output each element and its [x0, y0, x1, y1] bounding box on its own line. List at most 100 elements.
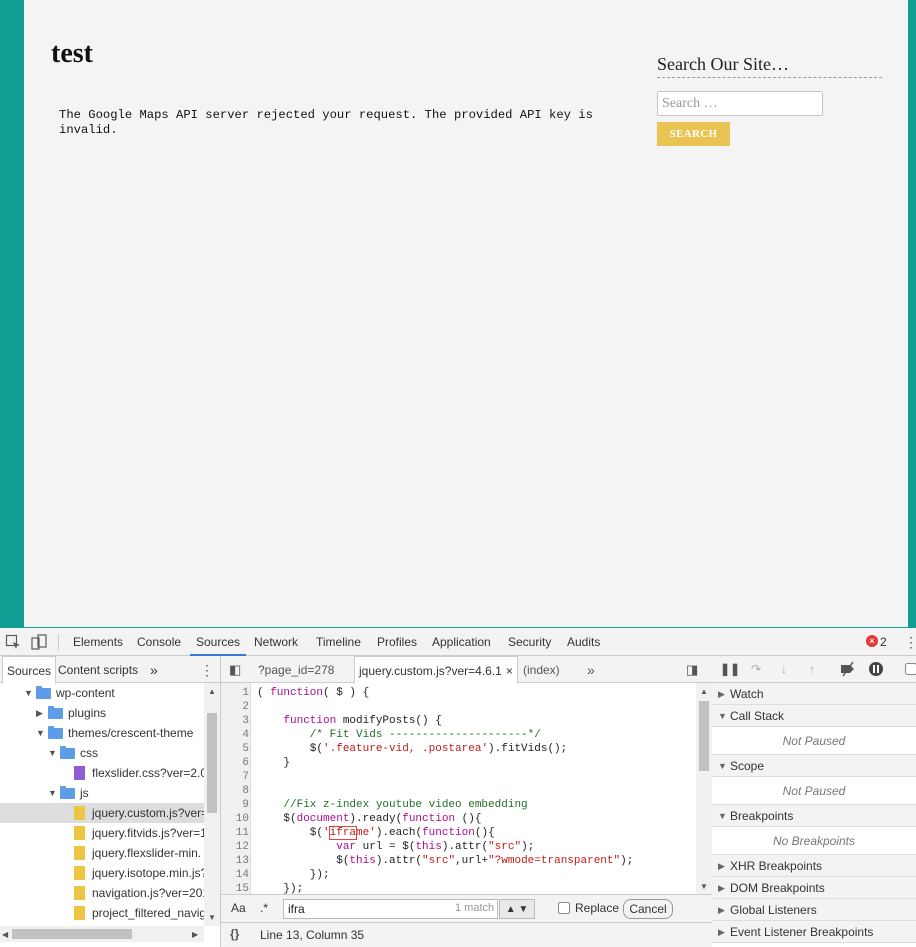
pane-global-listeners[interactable]: ▶ Global Listeners — [712, 899, 916, 921]
expand-triangle-icon[interactable]: ▼ — [718, 705, 727, 727]
replace-checkbox[interactable] — [558, 902, 570, 914]
pane-breakpoints[interactable]: ▼ Breakpoints — [712, 805, 916, 827]
collapse-triangle-icon[interactable]: ▶ — [718, 899, 725, 921]
expand-triangle-icon[interactable]: ▼ — [48, 743, 58, 763]
site-search-input[interactable] — [657, 91, 823, 116]
scrollbar-thumb[interactable] — [207, 713, 217, 813]
line-number[interactable]: 11 — [221, 827, 249, 839]
nav-tab-sources[interactable]: Sources — [2, 656, 57, 684]
tree-folder-js[interactable]: ▼ js — [0, 783, 204, 803]
line-number[interactable]: 10 — [221, 813, 249, 825]
find-prev-next-buttons[interactable]: ▲ ▼ — [499, 899, 535, 919]
pane-call-stack[interactable]: ▼ Call Stack — [712, 705, 916, 727]
error-icon[interactable]: × — [866, 635, 878, 647]
pane-dom-breakpoints[interactable]: ▶ DOM Breakpoints — [712, 877, 916, 899]
line-number[interactable]: 13 — [221, 855, 249, 867]
code-vertical-scrollbar[interactable]: ▲ ▼ — [696, 683, 712, 894]
line-number[interactable]: 9 — [221, 799, 249, 811]
close-tab-icon[interactable]: × — [506, 657, 513, 685]
scrollbar-thumb[interactable] — [699, 701, 709, 771]
tree-vertical-scrollbar[interactable]: ▲ ▼ — [204, 683, 220, 926]
step-into-icon[interactable]: ↓ — [776, 661, 792, 677]
tree-file-flexslider-min[interactable]: jquery.flexslider-min. — [0, 843, 204, 863]
step-out-icon[interactable]: ↑ — [804, 661, 820, 677]
scrollbar-thumb[interactable] — [12, 929, 132, 939]
tree-file-isotope[interactable]: jquery.isotope.min.js? — [0, 863, 204, 883]
tab-audits[interactable]: Audits — [567, 628, 600, 656]
tree-file-jquery-custom[interactable]: jquery.custom.js?ver= — [0, 803, 204, 823]
pane-watch[interactable]: ▶ Watch — [712, 683, 916, 705]
scroll-up-icon[interactable]: ▲ — [208, 687, 216, 696]
tab-sources[interactable]: Sources — [190, 628, 247, 656]
expand-triangle-icon[interactable]: ▼ — [718, 805, 727, 827]
navigator-menu-icon[interactable]: ⋮ — [200, 656, 214, 683]
pause-on-exceptions-icon[interactable] — [868, 661, 884, 677]
collapse-triangle-icon[interactable]: ▶ — [36, 703, 46, 723]
pane-scope[interactable]: ▼ Scope — [712, 755, 916, 777]
tree-folder-plugins[interactable]: ▶ plugins — [0, 703, 204, 723]
line-number[interactable]: 1 — [221, 687, 249, 699]
toggle-navigator-icon[interactable]: ◧ — [229, 656, 241, 683]
tab-network[interactable]: Network — [254, 628, 298, 656]
tab-profiles[interactable]: Profiles — [377, 628, 417, 656]
tab-console[interactable]: Console — [137, 628, 181, 656]
code-view[interactable]: 1 2 3 4 5 6 7 8 9 10 11 12 13 14 15 ( function( $ ) { … — [221, 683, 696, 894]
expand-triangle-icon[interactable]: ▼ — [24, 683, 34, 703]
line-number[interactable]: 6 — [221, 757, 249, 769]
match-case-toggle[interactable]: Aa — [231, 901, 246, 915]
line-number[interactable]: 14 — [221, 869, 249, 881]
line-number[interactable]: 15 — [221, 883, 249, 894]
collapse-triangle-icon[interactable]: ▶ — [718, 855, 725, 877]
site-search-button[interactable]: SEARCH — [657, 122, 730, 146]
tree-horizontal-scrollbar[interactable]: ◀ ▶ — [0, 926, 204, 942]
expand-triangle-icon[interactable]: ▼ — [48, 783, 58, 803]
editor-tab-index[interactable]: (index) — [523, 656, 560, 683]
inspect-element-icon[interactable] — [5, 634, 21, 650]
more-options-icon[interactable]: ⋮ — [904, 633, 916, 651]
tree-file-navigation[interactable]: navigation.js?ver=201 — [0, 883, 204, 903]
collapse-triangle-icon[interactable]: ▶ — [718, 683, 725, 705]
tree-file-project-filtered[interactable]: project_filtered_navig — [0, 903, 204, 923]
collapse-triangle-icon[interactable]: ▶ — [718, 921, 725, 943]
scroll-up-icon[interactable]: ▲ — [700, 687, 708, 696]
cancel-search-button[interactable]: Cancel — [623, 899, 673, 919]
editor-tab-page[interactable]: ?page_id=278 — [258, 656, 334, 683]
deactivate-breakpoints-icon[interactable] — [840, 661, 856, 677]
nav-tab-content-scripts[interactable]: Content scripts — [58, 656, 138, 683]
tree-folder-css[interactable]: ▼ css — [0, 743, 204, 763]
line-number[interactable]: 2 — [221, 701, 249, 713]
error-count[interactable]: 2 — [880, 628, 887, 656]
tree-file-flexslider-css[interactable]: flexslider.css?ver=2.0 — [0, 763, 204, 783]
line-number[interactable]: 4 — [221, 729, 249, 741]
async-checkbox[interactable] — [904, 661, 916, 677]
tab-elements[interactable]: Elements — [73, 628, 123, 656]
toggle-debugger-icon[interactable]: ◨ — [686, 656, 698, 683]
step-over-icon[interactable]: ↷ — [748, 661, 764, 677]
regex-toggle[interactable]: .* — [260, 901, 268, 915]
expand-triangle-icon[interactable]: ▼ — [36, 723, 46, 743]
tab-application[interactable]: Application — [432, 628, 491, 656]
pause-icon[interactable]: ❚❚ — [720, 661, 740, 677]
tree-file-fitvids[interactable]: jquery.fitvids.js?ver=1 — [0, 823, 204, 843]
line-number[interactable]: 5 — [221, 743, 249, 755]
tab-timeline[interactable]: Timeline — [316, 628, 361, 656]
tree-folder-wp-content[interactable]: ▼ wp-content — [0, 683, 204, 703]
editor-tab-jquery-custom[interactable]: jquery.custom.js?ver=4.6.1 × — [354, 656, 518, 684]
more-editor-tabs-chevron-icon[interactable]: » — [587, 656, 595, 683]
scroll-down-icon[interactable]: ▼ — [208, 913, 216, 922]
more-tabs-chevron-icon[interactable]: » — [150, 656, 158, 683]
pretty-print-icon[interactable]: {} — [230, 927, 239, 941]
line-number[interactable]: 8 — [221, 785, 249, 797]
scroll-right-icon[interactable]: ▶ — [192, 930, 198, 939]
collapse-triangle-icon[interactable]: ▶ — [718, 877, 725, 899]
line-number[interactable]: 3 — [221, 715, 249, 727]
line-number[interactable]: 7 — [221, 771, 249, 783]
line-number[interactable]: 12 — [221, 841, 249, 853]
pane-xhr-breakpoints[interactable]: ▶ XHR Breakpoints — [712, 855, 916, 877]
tab-security[interactable]: Security — [508, 628, 551, 656]
tree-folder-theme[interactable]: ▼ themes/crescent-theme — [0, 723, 204, 743]
scroll-left-icon[interactable]: ◀ — [2, 930, 8, 939]
device-mode-icon[interactable] — [31, 634, 47, 650]
expand-triangle-icon[interactable]: ▼ — [718, 755, 727, 777]
scroll-down-icon[interactable]: ▼ — [700, 882, 708, 891]
